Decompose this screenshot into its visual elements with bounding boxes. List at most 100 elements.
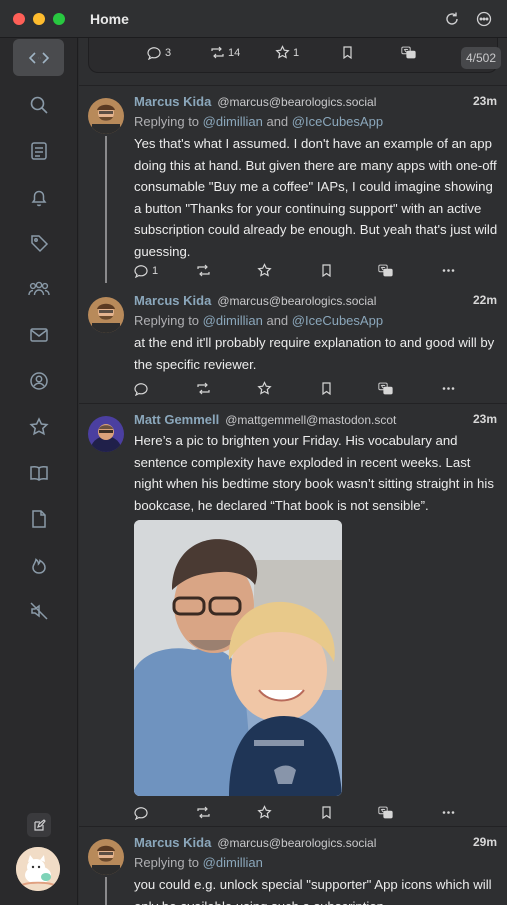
- bookmark-icon: [322, 382, 331, 396]
- avatar-image: [88, 839, 124, 875]
- avatar[interactable]: [88, 416, 124, 452]
- translate-button[interactable]: [378, 805, 393, 820]
- window-zoom-button[interactable]: [53, 13, 65, 25]
- sidebar-item-lists[interactable]: [13, 270, 64, 307]
- favorite-button[interactable]: [257, 805, 272, 820]
- translate-button[interactable]: [378, 381, 393, 396]
- author-handle[interactable]: @marcus@bearologics.social: [217, 294, 376, 308]
- sidebar-item-trending[interactable]: [13, 546, 64, 583]
- more-button[interactable]: [441, 263, 456, 278]
- avatar[interactable]: [88, 297, 124, 333]
- reply-context: Replying to @dimillian and @IceCubesApp: [134, 313, 383, 328]
- boost-button[interactable]: [196, 381, 211, 396]
- reply-button[interactable]: [134, 805, 149, 820]
- sidebar-item-muted[interactable]: [13, 592, 64, 629]
- profile-icon: [29, 371, 48, 390]
- document-icon: [31, 509, 46, 528]
- mention-link[interactable]: @IceCubesApp: [292, 313, 383, 328]
- refresh-button[interactable]: [443, 10, 461, 28]
- author-display-name[interactable]: Marcus Kida: [134, 94, 211, 109]
- star-icon: [275, 45, 290, 59]
- bell-icon: [31, 190, 46, 206]
- boost-icon: [197, 264, 210, 277]
- avatar[interactable]: [88, 839, 124, 875]
- sidebar-item-tags[interactable]: [13, 224, 64, 261]
- reply-context: Replying to @dimillian and @IceCubesApp: [134, 114, 383, 129]
- post-time: 23m: [472, 412, 497, 426]
- translate-button[interactable]: [378, 263, 393, 278]
- favorite-button[interactable]: [257, 381, 272, 396]
- reply-context: Replying to @dimillian: [134, 855, 263, 870]
- author-display-name[interactable]: Matt Gemmell: [134, 412, 219, 427]
- mention-link[interactable]: @dimillian: [203, 855, 263, 870]
- more-button[interactable]: [441, 381, 456, 396]
- avatar[interactable]: [88, 98, 124, 134]
- more-button[interactable]: [441, 805, 456, 820]
- reply-bubble-icon: [147, 47, 161, 60]
- translate-icon: [378, 382, 393, 395]
- bookmark-button[interactable]: [319, 381, 334, 396]
- boost-button[interactable]: 14: [210, 45, 240, 60]
- boost-icon: [197, 382, 210, 395]
- author-handle[interactable]: @marcus@bearologics.social: [217, 836, 376, 850]
- sidebar-item-profile[interactable]: [13, 362, 64, 399]
- status-post[interactable]: Marcus Kida @marcus@bearologics.social 29…: [79, 826, 507, 905]
- author-name[interactable]: Matt Gemmell @mattgemmell@mastodon.scot: [134, 412, 396, 427]
- post-actions: [134, 381, 504, 397]
- reply-bubble-icon: [134, 383, 148, 396]
- author-display-name[interactable]: Marcus Kida: [134, 835, 211, 850]
- sidebar-item-notifications[interactable]: [13, 178, 64, 215]
- sidebar-item-timeline[interactable]: [13, 132, 64, 169]
- author-name[interactable]: Marcus Kida @marcus@bearologics.social: [134, 94, 376, 109]
- sidebar-item-favorites[interactable]: [13, 408, 64, 445]
- mention-link[interactable]: @dimillian: [203, 313, 263, 328]
- sidebar-item-explore[interactable]: [13, 86, 64, 123]
- star-icon: [257, 381, 272, 395]
- post-content: at the end it'll probably require explan…: [134, 335, 495, 372]
- status-post[interactable]: Matt Gemmell @mattgemmell@mastodon.scot 2…: [79, 403, 507, 826]
- sidebar-item-drafts[interactable]: [13, 500, 64, 537]
- more-options-button[interactable]: [475, 10, 493, 28]
- reply-button[interactable]: 3: [147, 45, 171, 60]
- reply-bubble-icon: [134, 265, 148, 278]
- translate-button[interactable]: [401, 45, 416, 60]
- reply-button[interactable]: 1: [134, 263, 158, 278]
- author-handle[interactable]: @mattgemmell@mastodon.scot: [225, 413, 396, 427]
- star-icon: [257, 263, 272, 277]
- bookmark-button[interactable]: [319, 805, 334, 820]
- status-post[interactable]: Marcus Kida @marcus@bearologics.social 22…: [79, 285, 507, 403]
- sidebar-item-home[interactable]: [13, 39, 64, 76]
- people-icon: [27, 281, 50, 295]
- window-minimize-button[interactable]: [33, 13, 45, 25]
- mention-link[interactable]: @dimillian: [203, 114, 263, 129]
- thread-line: [105, 136, 107, 283]
- window-close-button[interactable]: [13, 13, 25, 25]
- translate-icon: [378, 806, 393, 819]
- account-avatar[interactable]: [16, 847, 60, 891]
- reply-button[interactable]: [134, 381, 149, 396]
- author-display-name[interactable]: Marcus Kida: [134, 293, 211, 308]
- reply-prefix: Replying to: [134, 114, 200, 129]
- reply-bubble-icon: [134, 807, 148, 820]
- bookmark-button[interactable]: [340, 45, 355, 60]
- mention-link[interactable]: @IceCubesApp: [292, 114, 383, 129]
- author-name[interactable]: Marcus Kida @marcus@bearologics.social: [134, 835, 376, 850]
- bookmark-button[interactable]: [319, 263, 334, 278]
- translate-icon: [378, 264, 393, 277]
- sidebar-item-messages[interactable]: [13, 316, 64, 353]
- author-name[interactable]: Marcus Kida @marcus@bearologics.social: [134, 293, 376, 308]
- author-handle[interactable]: @marcus@bearologics.social: [217, 95, 376, 109]
- post-media-image[interactable]: [134, 520, 342, 796]
- post-actions: 1: [134, 263, 504, 279]
- thread-line: [105, 877, 107, 905]
- favorite-button[interactable]: [257, 263, 272, 278]
- bookmark-icon: [322, 806, 331, 820]
- status-post[interactable]: Marcus Kida @marcus@bearologics.social 23…: [79, 85, 507, 283]
- boost-button[interactable]: [196, 263, 211, 278]
- sidebar-item-bookmarks[interactable]: [13, 454, 64, 491]
- avatar-image: [88, 98, 124, 134]
- favorite-button[interactable]: 1: [275, 45, 299, 60]
- compose-button[interactable]: [27, 813, 51, 837]
- boost-button[interactable]: [196, 805, 211, 820]
- boost-icon: [211, 46, 224, 59]
